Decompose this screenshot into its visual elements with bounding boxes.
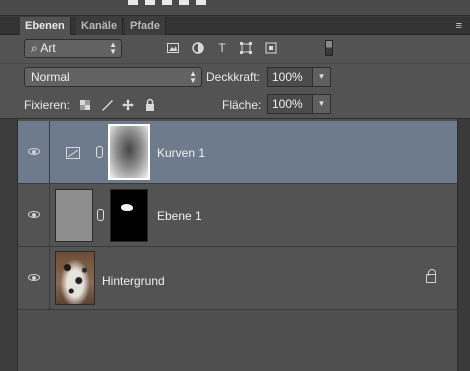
tab-kanaele[interactable]: Kanäle: [76, 17, 124, 35]
scrollbar-track[interactable]: [457, 119, 470, 371]
blend-mode-value: Normal: [31, 70, 70, 84]
link-icon[interactable]: [96, 146, 103, 158]
select-arrows-icon: ▲ ▼: [109, 40, 117, 56]
fill-label: Fläche:: [222, 98, 262, 112]
toolbar-button[interactable]: [128, 0, 138, 5]
layer-thumbnail[interactable]: [55, 251, 95, 305]
lock-position-icon[interactable]: [121, 98, 135, 112]
search-icon: ⌕: [31, 41, 38, 55]
layer-name[interactable]: Ebene 1: [157, 209, 202, 223]
blend-mode-select[interactable]: Normal ▲ ▼: [24, 67, 202, 87]
tab-ebenen[interactable]: Ebenen: [20, 17, 71, 35]
toolbar-button[interactable]: [162, 0, 172, 5]
adjustment-filter-icon[interactable]: [191, 41, 205, 55]
lock-transparency-icon[interactable]: [78, 98, 92, 112]
type-filter-icon[interactable]: T: [215, 41, 229, 55]
fill-dropdown-button[interactable]: ▼: [313, 94, 331, 114]
lock-row: Fixieren: Fläche: 100% ▼: [0, 91, 470, 119]
toolbar-button[interactable]: [145, 0, 155, 5]
lock-icon: [426, 269, 436, 283]
select-arrows-icon: ▲ ▼: [189, 69, 197, 85]
opacity-input[interactable]: 100%: [267, 67, 313, 87]
tab-pfade[interactable]: Pfade: [125, 17, 166, 35]
link-icon[interactable]: [97, 209, 104, 221]
visibility-cell[interactable]: [18, 247, 50, 309]
lock-image-pixels-icon[interactable]: [100, 98, 114, 112]
smart-object-filter-icon[interactable]: [264, 41, 278, 55]
fill-input[interactable]: 100%: [267, 94, 313, 114]
layer-row-hintergrund[interactable]: Hintergrund: [18, 247, 458, 310]
blend-row: Normal ▲ ▼ Deckkraft: 100% ▼: [0, 63, 470, 91]
top-toolbar-strip: [0, 0, 470, 16]
layer-mask-thumbnail[interactable]: [108, 124, 150, 180]
filter-kind-select[interactable]: ⌕ Art ▲ ▼: [24, 39, 122, 58]
opacity-dropdown-button[interactable]: ▼: [313, 67, 331, 87]
eye-icon[interactable]: [28, 211, 40, 218]
layer-name[interactable]: Kurven 1: [157, 146, 205, 160]
curves-adjustment-icon[interactable]: [66, 147, 80, 159]
layer-list: Kurven 1 Ebene 1 Hintergrund: [17, 119, 458, 371]
visibility-cell[interactable]: [18, 121, 50, 183]
eye-icon[interactable]: [28, 274, 40, 281]
layer-mask-thumbnail[interactable]: [110, 189, 148, 242]
filter-kind-label: Art: [40, 41, 56, 55]
toolbar-button[interactable]: [196, 0, 206, 5]
layer-name[interactable]: Hintergrund: [102, 274, 165, 288]
shape-filter-icon[interactable]: [239, 41, 253, 55]
panel-tab-bar: Ebenen Kanäle Pfade ≡: [0, 17, 470, 35]
lock-all-icon[interactable]: [143, 98, 157, 112]
layer-row-ebene-1[interactable]: Ebene 1: [18, 184, 458, 247]
opacity-label: Deckkraft:: [206, 70, 261, 84]
mask-white-area: [121, 204, 133, 211]
layer-thumbnail[interactable]: [55, 189, 93, 242]
toolbar-button[interactable]: [179, 0, 189, 5]
layer-row-kurven-1[interactable]: Kurven 1: [18, 121, 458, 184]
eye-icon[interactable]: [28, 148, 40, 155]
layer-filter-row: ⌕ Art ▲ ▼ T: [0, 35, 470, 63]
lock-label: Fixieren:: [24, 98, 71, 112]
filter-toggle-switch[interactable]: [325, 40, 333, 56]
panel-menu-icon[interactable]: ≡: [456, 20, 462, 32]
visibility-cell[interactable]: [18, 184, 50, 246]
image-filter-icon[interactable]: [166, 41, 180, 55]
